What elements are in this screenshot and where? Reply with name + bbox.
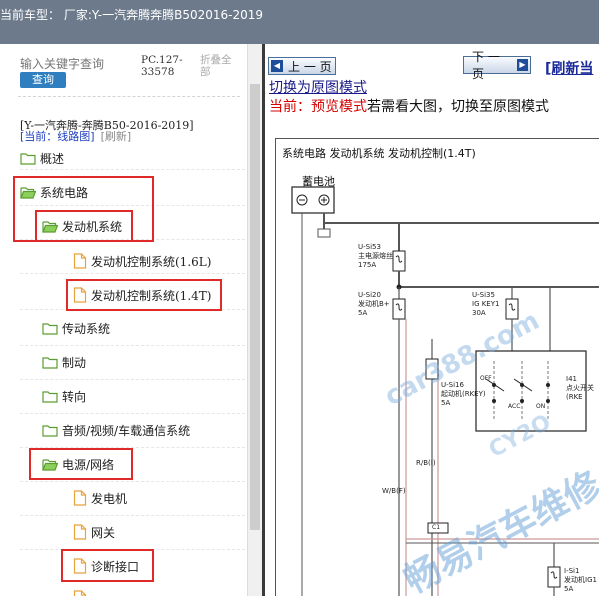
folder-icon	[42, 322, 58, 335]
next-page-label: 下 一 页	[472, 50, 500, 81]
file-icon	[73, 253, 87, 269]
mode-status: 当前：预览模式若需看大图，切换至原图模式	[269, 98, 549, 116]
wire-label: R/B(I)	[416, 459, 436, 467]
fuse-label: U-Si20 发动机B+ 5A	[358, 291, 390, 317]
mode-hint: 若需看大图，切换至原图模式	[367, 99, 549, 115]
tree-item-steering[interactable]: 转向	[42, 386, 86, 406]
folder-icon	[42, 390, 58, 403]
divider	[20, 481, 245, 482]
tree-item-gateway[interactable]: 网关	[73, 522, 115, 542]
left-scrollbar[interactable]	[247, 44, 263, 596]
switch-position-label: ACC	[508, 403, 521, 410]
title-bar: 当前车型： 厂家:Y-一汽奔腾奔腾B502016-2019	[0, 0, 599, 44]
mode-prefix: 当前：	[269, 99, 311, 115]
fuse-label: U-Si16 起动机(RKEY) 5A	[441, 381, 486, 407]
file-icon	[73, 590, 87, 596]
switch-position-label: ON	[536, 403, 546, 410]
wiring-diagram[interactable]: 系统电路 发动机系统 发动机控制(1.4T) 蓄电池 U-Si53 主电源熔丝 …	[275, 138, 599, 596]
connector-label: C1	[432, 524, 441, 531]
highlight-box	[61, 549, 154, 582]
folder-icon	[42, 424, 58, 437]
left-navigation-pane: 查询 PC.127-33578 折叠全部 [Y-一汽奔腾-奔腾B50-2016-…	[0, 44, 262, 596]
next-page-button[interactable]: 下 一 页 ▶	[463, 50, 531, 81]
battery-label: 蓄电池	[302, 175, 335, 188]
fuse-label: U-Si35 IG KEY1 30A	[472, 291, 500, 317]
tree-item-engine-control-1-6l[interactable]: 发动机控制系统(1.6L)	[73, 251, 211, 271]
refresh-link[interactable]: [刷新当	[545, 58, 593, 78]
current-location: [当前：线路图] [刷新]	[20, 128, 131, 144]
tree-item-audio-video[interactable]: 音频/视频/车载通信系统	[42, 420, 190, 440]
refresh-link-small[interactable]: [刷新]	[101, 130, 132, 143]
highlight-box	[35, 210, 133, 242]
tree-item-partial[interactable]	[73, 588, 87, 596]
tree-item-label: 传动系统	[62, 321, 111, 336]
prev-page-label: 上 一 页	[288, 59, 332, 74]
tree-item-generator[interactable]: 发电机	[73, 488, 127, 508]
arrow-right-icon: ▶	[517, 59, 528, 71]
collapse-all-button[interactable]: 折叠全部	[200, 54, 240, 78]
scrollbar-thumb[interactable]	[250, 84, 260, 530]
file-icon	[73, 524, 87, 540]
highlight-box	[66, 279, 222, 311]
search-input[interactable]	[20, 56, 108, 72]
switch-original-mode-link[interactable]: 切换为原图模式	[269, 80, 367, 96]
current-model-title: 当前车型： 厂家:Y-一汽奔腾奔腾B502016-2019	[0, 8, 264, 22]
divider	[18, 96, 240, 97]
tree-item-label: 音频/视频/车载通信系统	[62, 423, 191, 438]
switch-label: I41 点火开关 (RKE	[566, 375, 594, 401]
divider	[20, 345, 245, 346]
search-button[interactable]: 查询	[20, 72, 66, 88]
diagram-pane: ◀ 上 一 页 下 一 页 ▶ [刷新当 切换为原图模式 当前：预览模式若需看大…	[262, 44, 599, 596]
prev-page-button[interactable]: ◀ 上 一 页	[268, 57, 336, 75]
folder-icon	[20, 152, 36, 165]
tree-item-label: 转向	[62, 389, 87, 404]
tree-item-label: 概述	[40, 151, 65, 166]
tree-item-label: 制动	[62, 355, 87, 370]
tree-item-overview[interactable]: 概述	[20, 148, 64, 168]
fuse-label: U-Si53 主电源熔丝 175A	[358, 243, 393, 269]
tree-item-drivetrain[interactable]: 传动系统	[42, 318, 110, 338]
tree-item-label: 网关	[91, 525, 116, 540]
wire-label: W/B(F)	[382, 487, 406, 495]
divider	[20, 515, 245, 516]
pc-code: PC.127-33578	[141, 54, 183, 78]
fuse-label: I-Si1 发动机IG1 5A	[564, 567, 597, 593]
folder-icon	[42, 356, 58, 369]
tree-item-label: 发电机	[91, 491, 128, 506]
mode-name: 预览模式	[311, 99, 367, 115]
switch-position-label: OFF	[480, 375, 492, 382]
arrow-left-icon: ◀	[271, 60, 283, 72]
divider	[20, 169, 245, 170]
divider	[20, 273, 245, 274]
highlight-box	[29, 448, 133, 480]
current-label: [当前：线路图]	[20, 130, 95, 143]
file-icon	[73, 490, 87, 506]
divider	[20, 379, 245, 380]
tree-item-label: 发动机控制系统(1.6L)	[91, 254, 212, 269]
divider	[20, 413, 245, 414]
tree-item-brakes[interactable]: 制动	[42, 352, 86, 372]
